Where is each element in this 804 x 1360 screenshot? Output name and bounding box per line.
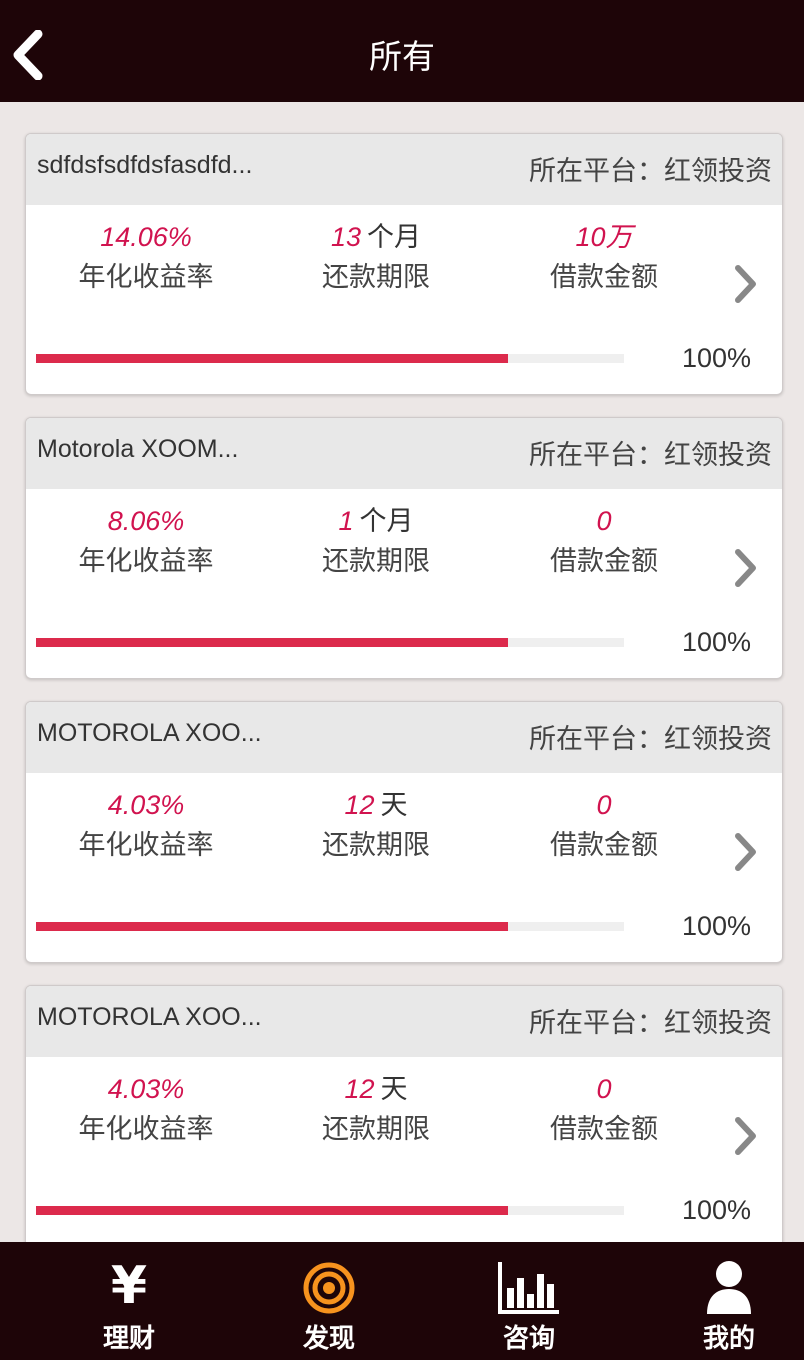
progress-bar bbox=[36, 638, 624, 647]
card-header: sdfdsfsdfdsfasdfd... 所在平台：红领投资 bbox=[26, 134, 782, 205]
tab-consult-label: 咨询 bbox=[502, 1324, 555, 1354]
amount-label: 借款金额 bbox=[550, 1114, 658, 1145]
progress-percent: 100% bbox=[681, 911, 751, 941]
card-header: MOTOROLA XOO... 所在平台：红领投资 bbox=[26, 702, 782, 773]
tab-finance-label: 理财 bbox=[102, 1324, 155, 1354]
rate-value: 4.03% bbox=[107, 1074, 185, 1104]
progress-percent: 100% bbox=[681, 627, 751, 657]
amount-metric: 0 借款金额 bbox=[494, 786, 714, 866]
term-metric: 13 个月 还款期限 bbox=[266, 218, 486, 298]
term-value: 1 bbox=[338, 506, 354, 536]
term-unit: 个月 bbox=[359, 506, 414, 537]
amount-metric: 0 借款金额 bbox=[494, 502, 714, 582]
amount-value: 0 bbox=[596, 790, 612, 820]
progress-fill bbox=[36, 922, 509, 931]
tab-mine[interactable]: 我的 bbox=[629, 1242, 804, 1360]
platform-label: 所在平台：红领投资 bbox=[529, 1008, 772, 1039]
rate-value: 8.06% bbox=[107, 506, 185, 536]
yen-icon: ¥ bbox=[110, 1256, 148, 1316]
rate-metric: 4.03% 年化收益率 bbox=[36, 786, 256, 866]
product-list[interactable]: sdfdsfsdfdsfasdfd... 所在平台：红领投资 14.06% 年化… bbox=[0, 102, 804, 1242]
amount-label: 借款金额 bbox=[550, 830, 658, 861]
amount-value: 0 bbox=[596, 506, 612, 536]
term-unit: 个月 bbox=[367, 222, 422, 253]
rate-metric: 14.06% 年化收益率 bbox=[36, 218, 256, 298]
amount-label: 借款金额 bbox=[550, 262, 658, 293]
progress-fill bbox=[36, 638, 509, 647]
chevron-right-icon[interactable] bbox=[730, 262, 760, 306]
tab-mine-label: 我的 bbox=[702, 1324, 755, 1354]
term-label: 还款期限 bbox=[322, 830, 430, 861]
rate-label: 年化收益率 bbox=[78, 1114, 214, 1145]
rate-label: 年化收益率 bbox=[78, 830, 214, 861]
rate-value: 4.03% bbox=[107, 790, 185, 820]
rate-label: 年化收益率 bbox=[78, 262, 214, 293]
tab-consult[interactable]: 咨询 bbox=[429, 1242, 629, 1360]
bottom-tab-bar: ¥ 理财 发现 咨询 我的 bbox=[0, 1242, 804, 1360]
product-name: MOTOROLA XOO... bbox=[37, 719, 262, 747]
platform-label: 所在平台：红领投资 bbox=[529, 440, 772, 471]
rate-metric: 4.03% 年化收益率 bbox=[36, 1070, 256, 1150]
page-title: 所有 bbox=[369, 37, 435, 76]
card-header: MOTOROLA XOO... 所在平台：红领投资 bbox=[26, 986, 782, 1057]
progress-bar bbox=[36, 922, 624, 931]
amount-metric: 0 借款金额 bbox=[494, 1070, 714, 1150]
progress-fill bbox=[36, 354, 509, 363]
product-name: Motorola XOOM... bbox=[37, 435, 239, 463]
card-header: Motorola XOOM... 所在平台：红领投资 bbox=[26, 418, 782, 489]
tab-finance[interactable]: ¥ 理财 bbox=[29, 1242, 229, 1360]
term-value: 12 bbox=[344, 1074, 375, 1104]
chevron-left-icon bbox=[13, 30, 43, 80]
progress-bar bbox=[36, 354, 624, 363]
chevron-right-icon[interactable] bbox=[730, 830, 760, 874]
rate-value: 14.06% bbox=[100, 222, 192, 252]
rate-label: 年化收益率 bbox=[78, 546, 214, 577]
term-unit: 天 bbox=[380, 790, 408, 821]
progress-bar bbox=[36, 1206, 624, 1215]
term-unit: 天 bbox=[380, 1074, 408, 1105]
product-name: MOTOROLA XOO... bbox=[37, 1003, 262, 1031]
chevron-right-icon[interactable] bbox=[730, 1114, 760, 1158]
term-metric: 1 个月 还款期限 bbox=[266, 502, 486, 582]
product-name: sdfdsfsdfdsfasdfd... bbox=[37, 151, 253, 179]
amount-metric: 10万 借款金额 bbox=[494, 218, 714, 298]
term-value: 13 bbox=[330, 222, 362, 252]
progress-fill bbox=[36, 1206, 509, 1215]
term-label: 还款期限 bbox=[322, 262, 430, 293]
product-card[interactable]: MOTOROLA XOO... 所在平台：红领投资 4.03% 年化收益率 12… bbox=[25, 701, 783, 963]
term-label: 还款期限 bbox=[322, 546, 430, 577]
product-card[interactable]: sdfdsfsdfdsfasdfd... 所在平台：红领投资 14.06% 年化… bbox=[25, 133, 783, 395]
user-icon bbox=[707, 1261, 751, 1314]
amount-value: 0 bbox=[596, 1074, 612, 1104]
header-bar: 所有 bbox=[0, 0, 804, 102]
platform-label: 所在平台：红领投资 bbox=[529, 724, 772, 755]
platform-label: 所在平台：红领投资 bbox=[529, 156, 772, 187]
tab-discover[interactable]: 发现 bbox=[229, 1242, 429, 1360]
term-metric: 12 天 还款期限 bbox=[266, 1070, 486, 1150]
term-metric: 12 天 还款期限 bbox=[266, 786, 486, 866]
product-card[interactable]: MOTOROLA XOO... 所在平台：红领投资 4.03% 年化收益率 12… bbox=[25, 985, 783, 1242]
amount-value: 10万 bbox=[575, 222, 633, 252]
back-button[interactable] bbox=[0, 18, 60, 88]
amount-label: 借款金额 bbox=[550, 546, 658, 577]
progress-percent: 100% bbox=[681, 1195, 751, 1225]
progress-percent: 100% bbox=[681, 343, 751, 373]
term-label: 还款期限 bbox=[322, 1114, 430, 1145]
term-value: 12 bbox=[344, 790, 375, 820]
tab-discover-label: 发现 bbox=[302, 1324, 355, 1354]
bar-chart-icon bbox=[498, 1262, 559, 1314]
target-icon bbox=[303, 1262, 355, 1314]
rate-metric: 8.06% 年化收益率 bbox=[36, 502, 256, 582]
chevron-right-icon[interactable] bbox=[730, 546, 760, 590]
product-card[interactable]: Motorola XOOM... 所在平台：红领投资 8.06% 年化收益率 1… bbox=[25, 417, 783, 679]
